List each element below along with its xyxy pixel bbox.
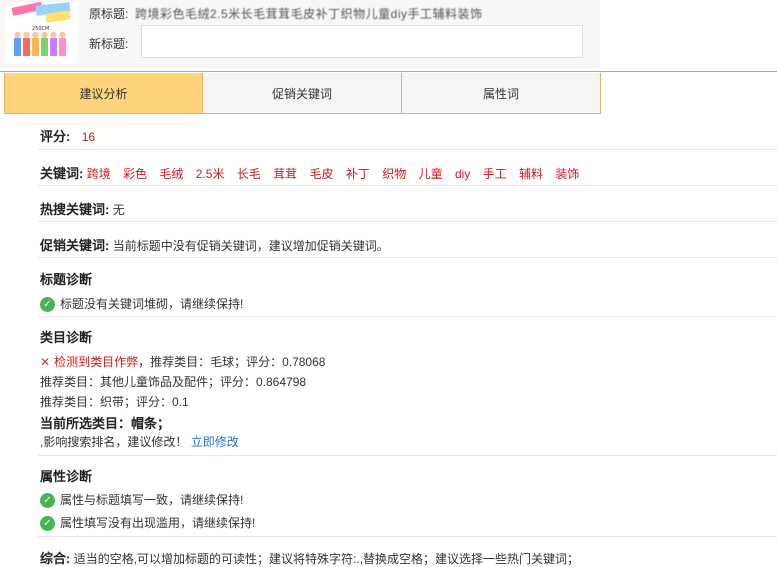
close-icon: ✕ (40, 355, 51, 369)
keyword-item: 织物 (382, 167, 407, 181)
title-diagnosis-ok: ✓ 标题没有关键词堆砌，请继续保持! (40, 295, 244, 313)
category-alert-row: ✕ 检测到类目作弊，推荐类目：毛球；评分：0.78068 (40, 353, 325, 370)
new-title-label: 新标题: (89, 37, 129, 51)
category-alert-text: 检测到类目作弊 (54, 355, 139, 369)
check-circle-icon: ✓ (40, 516, 55, 532)
attribute-diagnosis-heading: 属性诊断 (40, 466, 92, 485)
product-thumbnail[interactable]: 250CM (6, 2, 78, 64)
recommend-category-2: 推荐类目：其他儿童饰品及配件；评分：0.864798 (40, 375, 307, 389)
summary-row: 综合: 适当的空格,可以增加标题的可读性；建议将特殊字符:.,替换成空格；建议选… (40, 548, 579, 567)
promo-keywords-label: 促销关键词: (40, 238, 110, 253)
title-diagnosis-heading-text: 标题诊断 (40, 272, 93, 287)
title-diagnosis-heading: 标题诊断 (40, 269, 92, 288)
keyword-item: 2.5米 (195, 167, 225, 181)
tab-promo-keywords[interactable]: 促销关键词 (203, 73, 402, 114)
divider (38, 536, 777, 537)
promo-keywords-row: 促销关键词: 当前标题中没有促销关键词，建议增加促销关键词。 (40, 235, 389, 254)
category-impact-text: ,影响搜索排名，建议修改！ (40, 435, 188, 449)
hot-keywords-label: 热搜关键词: (40, 202, 110, 217)
recommend-category-1: ，推荐类目：毛球；评分：0.78068 (138, 355, 326, 369)
keywords-label: 关键词: (40, 166, 84, 181)
hot-keywords-value: 无 (112, 203, 125, 217)
check-circle-icon: ✓ (40, 493, 55, 509)
attribute-ok-1: ✓ 属性与标题填写一致，请继续保持! (40, 491, 244, 509)
current-category-value: 帽条； (131, 416, 171, 431)
title-diagnosis-ok-text: 标题没有关键词堆砌，请继续保持! (60, 297, 244, 311)
divider (38, 221, 777, 222)
summary-text: 适当的空格,可以增加标题的可读性；建议将特殊字符:.,替换成空格；建议选择一些热… (73, 552, 580, 566)
keyword-item: 装饰 (555, 167, 580, 181)
new-title-input[interactable] (141, 25, 583, 58)
score-row: 评分: 16 (40, 126, 95, 145)
divider (38, 257, 777, 258)
score-value: 16 (81, 130, 96, 144)
keywords-row: 关键词: 跨境 彩色 毛绒 2.5米 长毛 茸茸 毛皮 补丁 织物 儿童 diy… (40, 163, 588, 182)
original-title-label: 原标题: (89, 7, 129, 21)
keyword-item: diy (454, 167, 471, 181)
category-diagnosis-heading-text: 类目诊断 (40, 330, 93, 345)
check-circle-icon: ✓ (40, 297, 55, 313)
keyword-item: 补丁 (345, 167, 370, 181)
category-impact-row: ,影响搜索排名，建议修改！ 立即修改 (40, 433, 239, 450)
current-category-label: 当前所选类目： (40, 416, 132, 431)
tab-bar: 建议分析 促销关键词 属性词 (4, 73, 601, 114)
hot-keywords-row: 热搜关键词: 无 (40, 199, 125, 218)
keyword-item: 毛绒 (159, 167, 184, 181)
svg-text:250CM: 250CM (32, 26, 49, 32)
divider (38, 185, 777, 186)
recommend-category-3: 推荐类目：织带；评分：0.1 (40, 395, 189, 409)
keyword-item: 毛皮 (309, 167, 334, 181)
tab-suggestion-analysis[interactable]: 建议分析 (4, 73, 203, 114)
fix-now-link[interactable]: 立即修改 (191, 435, 239, 449)
current-category-row: 当前所选类目：帽条； (40, 413, 170, 432)
keyword-item: 长毛 (236, 167, 261, 181)
title-header: 250CM 原标题: 跨境彩色毛绒2.5米长毛茸茸毛皮补丁织物儿童diy手工辅料… (0, 0, 600, 68)
divider (38, 455, 777, 456)
accent-divider (0, 71, 777, 72)
attribute-ok-2: ✓ 属性填写没有出现滥用，请继续保持! (40, 514, 256, 532)
score-label: 评分: (40, 129, 71, 144)
category-diagnosis-heading: 类目诊断 (40, 327, 92, 346)
keyword-item: 茸茸 (273, 167, 298, 181)
attribute-ok-2-text: 属性填写没有出现滥用，请继续保持! (60, 516, 256, 530)
original-title-value: 跨境彩色毛绒2.5米长毛茸茸毛皮补丁织物儿童diy手工辅料装饰 (135, 7, 483, 21)
keyword-item: 儿童 (418, 167, 443, 181)
promo-keywords-value: 当前标题中没有促销关键词，建议增加促销关键词。 (112, 239, 389, 253)
tab-attribute-words[interactable]: 属性词 (402, 73, 601, 114)
keyword-item: 彩色 (123, 167, 148, 181)
attribute-diagnosis-heading-text: 属性诊断 (40, 469, 93, 484)
attribute-ok-1-text: 属性与标题填写一致，请继续保持! (60, 493, 244, 507)
keyword-item: 辅料 (519, 167, 544, 181)
summary-label: 综合: (40, 551, 71, 566)
keyword-item: 跨境 (86, 167, 111, 181)
divider (38, 149, 777, 150)
keyword-item: 手工 (482, 167, 507, 181)
divider (38, 316, 777, 317)
